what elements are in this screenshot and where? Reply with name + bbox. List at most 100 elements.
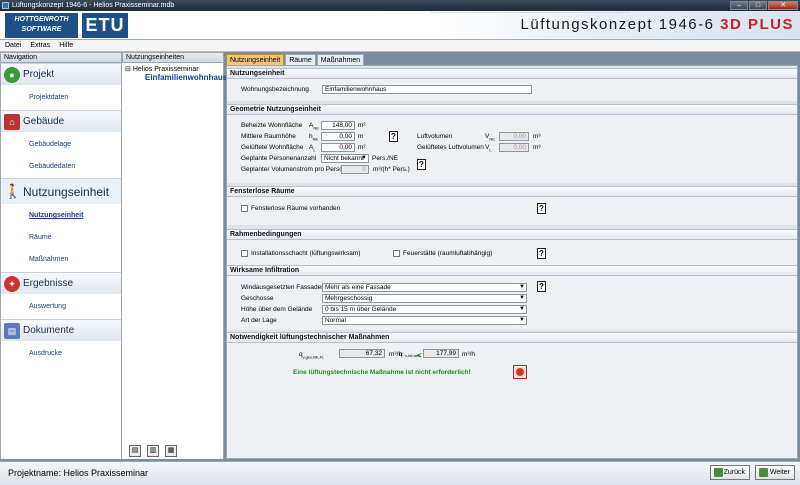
hoehe-label: Höhe über dem Gelände bbox=[241, 306, 313, 313]
personenanzahl-select[interactable]: Nicht bekannt ▼ bbox=[321, 154, 369, 163]
result-message: Eine lüftungstechnische Maßnahme ist nic… bbox=[293, 369, 471, 376]
back-button[interactable]: Zurück bbox=[710, 465, 750, 480]
next-button[interactable]: Weiter bbox=[755, 465, 795, 480]
q-inf-unit: m³/h bbox=[462, 351, 475, 358]
section-infiltration: Windausgesetzten Fassaden Mehr als eine … bbox=[227, 276, 797, 330]
beheizte-unit: m² bbox=[358, 122, 366, 129]
title-bar: Lüftungskonzept 1946-6 - Helios Praxisse… bbox=[0, 0, 800, 11]
help-personen-button[interactable]: ? bbox=[417, 159, 426, 170]
maximize-button[interactable]: □ bbox=[749, 1, 767, 10]
nav-item-ausdrucke[interactable]: Ausdrucke bbox=[29, 350, 62, 357]
tree-header: Nutzungseinheiten bbox=[122, 52, 224, 63]
chart-icon: ✦ bbox=[4, 276, 20, 292]
company-logo: HOTTGENROTH SOFTWARE bbox=[5, 13, 78, 38]
help-fensterlos-button[interactable]: ? bbox=[537, 203, 546, 214]
section-title-notwendigkeit: Notwendigkeit lüftungstechnischer Maßnah… bbox=[227, 332, 797, 343]
nav-section-dokumente[interactable]: ▤ Dokumente bbox=[1, 319, 121, 341]
gelueftete-wohnflaeche-label: Gelüftete Wohnfläche bbox=[241, 144, 304, 151]
fassaden-select[interactable]: Mehr als eine Fassade ▼ bbox=[322, 283, 527, 292]
gelueftete-symbol: AL bbox=[309, 144, 316, 153]
section-nutzungseinheit: Wohnungsbezeichnung Einfamilienwohnhaus bbox=[227, 79, 797, 101]
personenanzahl-unit: Pers./NE bbox=[372, 155, 399, 162]
hoehe-select[interactable]: 0 bis 15 m über Gelände ▼ bbox=[322, 305, 527, 314]
luftvolumen-input[interactable]: 0,00 bbox=[499, 132, 529, 141]
nav-item-raeume[interactable]: Räume bbox=[29, 234, 52, 241]
menu-datei[interactable]: Datei bbox=[5, 40, 21, 51]
tree-root[interactable]: ⊟ Helios Praxisseminar bbox=[125, 65, 199, 73]
nav-section-gebaeude[interactable]: ⌂ Gebäude bbox=[1, 110, 121, 132]
menu-hilfe[interactable]: Hilfe bbox=[59, 40, 73, 51]
wohnungsbezeichnung-input[interactable]: Einfamilienwohnhaus bbox=[322, 85, 532, 94]
section-geometrie: Beheizte Wohnfläche ANE 148,00 m² Mittle… bbox=[227, 115, 797, 183]
raumhoehe-unit: m bbox=[358, 133, 364, 140]
arrow-left-icon bbox=[714, 468, 723, 477]
tab-massnahmen[interactable]: Maßnahmen bbox=[316, 54, 365, 65]
content-panel: Nutzungseinheit Wohnungsbezeichnung Einf… bbox=[226, 65, 798, 459]
personenanzahl-label: Geplante Personenanzahl bbox=[241, 155, 317, 162]
volumenstrom-unit: m³/(h* Pers.) bbox=[373, 166, 410, 173]
help-rahmen-button[interactable]: ? bbox=[537, 248, 546, 259]
gel-luftvolumen-input[interactable]: 0,00 bbox=[499, 143, 529, 152]
gelueftete-wohnflaeche-input[interactable]: 0,00 bbox=[321, 143, 355, 152]
etu-logo: ETU bbox=[80, 13, 128, 38]
feuerstaette-checkbox[interactable] bbox=[393, 250, 400, 257]
window-title: Lüftungskonzept 1946-6 - Helios Praxisse… bbox=[12, 2, 175, 9]
installationsschacht-checkbox[interactable] bbox=[241, 250, 248, 257]
nav-section-nutzungseinheit[interactable]: 🚶 Nutzungseinheit bbox=[1, 178, 121, 204]
copy-unit-button[interactable]: ▥ bbox=[147, 445, 159, 457]
navigation-panel: ● Projekt Projektdaten ⌂ Gebäude Gebäudela… bbox=[0, 63, 122, 459]
add-unit-button[interactable]: ▤ bbox=[129, 445, 141, 457]
house-icon: ⌂ bbox=[4, 114, 20, 130]
nav-item-gebaeudedaten[interactable]: Gebäudedaten bbox=[29, 163, 75, 170]
menu-extras[interactable]: Extras bbox=[30, 40, 50, 51]
luftvolumen-unit: m³ bbox=[533, 133, 541, 140]
q-ges-value: 67,32 bbox=[339, 349, 385, 358]
tree-item-einfamilienwohnhaus[interactable]: Einfamilienwohnhaus bbox=[145, 73, 227, 82]
nav-item-projektdaten[interactable]: Projektdaten bbox=[29, 94, 68, 101]
wohnungsbezeichnung-label: Wohnungsbezeichnung bbox=[241, 86, 309, 93]
section-rahmen: Installationsschacht (lüftungswirksam) F… bbox=[227, 240, 797, 265]
geschosse-select[interactable]: Mehrgeschossig ▼ bbox=[322, 294, 527, 303]
section-title-nutzungseinheit: Nutzungseinheit bbox=[227, 68, 797, 79]
delete-unit-button[interactable]: ▦ bbox=[165, 445, 177, 457]
fensterlos-checkbox[interactable] bbox=[241, 205, 248, 212]
minimize-button[interactable]: – bbox=[730, 1, 748, 10]
result-status-button[interactable] bbox=[513, 365, 527, 379]
lage-select[interactable]: Normal ▼ bbox=[322, 316, 527, 325]
arrow-right-icon bbox=[759, 468, 768, 477]
raumhoehe-label: Mittlere Raumhöhe bbox=[241, 133, 296, 140]
gel-luftvolumen-symbol: VL bbox=[485, 144, 492, 153]
tab-raeume[interactable]: Räume bbox=[285, 54, 316, 65]
luftvolumen-symbol: VNE bbox=[485, 133, 495, 142]
beheizte-wohnflaeche-input[interactable]: 148,00 bbox=[321, 121, 355, 130]
volumenstrom-input[interactable]: 0 bbox=[341, 165, 369, 174]
gelueftete-unit: m² bbox=[358, 144, 366, 151]
person-walking-icon: 🚶 bbox=[4, 183, 22, 199]
section-title-infiltration: Wirksame Infiltration bbox=[227, 265, 797, 276]
beheizte-symbol: ANE bbox=[309, 122, 319, 131]
nav-item-auswertung[interactable]: Auswertung bbox=[29, 303, 66, 310]
nav-section-projekt[interactable]: ● Projekt bbox=[1, 63, 121, 85]
q-inf-value: 177,99 bbox=[423, 349, 459, 358]
raumhoehe-input[interactable]: 0,00 bbox=[321, 132, 355, 141]
nav-section-ergebnisse[interactable]: ✦ Ergebnisse bbox=[1, 272, 121, 294]
document-icon: ▤ bbox=[4, 323, 20, 339]
project-name: Projektname: Helios Praxisseminar bbox=[8, 468, 149, 478]
help-infiltration-button[interactable]: ? bbox=[537, 281, 546, 292]
nav-item-nutzungseinheit[interactable]: Nutzungseinheit bbox=[29, 212, 83, 219]
nav-item-massnahmen[interactable]: Maßnahmen bbox=[29, 256, 68, 263]
navigation-header: Navigation bbox=[0, 52, 122, 63]
tab-nutzungseinheit[interactable]: Nutzungseinheit bbox=[226, 54, 285, 65]
status-bar: Projektname: Helios Praxisseminar Zurück… bbox=[0, 461, 800, 485]
q-ges-label: qv,ges,NE,FL bbox=[299, 351, 325, 360]
help-raumhoehe-button[interactable]: ? bbox=[389, 131, 398, 142]
tab-bar: Nutzungseinheit Räume Maßnahmen bbox=[226, 54, 365, 65]
nav-item-gebaeudelage[interactable]: Gebäudelage bbox=[29, 141, 71, 148]
close-button[interactable]: ✕ bbox=[768, 1, 798, 10]
section-title-fensterlos: Fensterlose Räume bbox=[227, 186, 797, 197]
section-fensterlos: Fensterlose Räume vorhanden ? bbox=[227, 197, 797, 225]
section-title-geometrie: Geometrie Nutzungseinheit bbox=[227, 104, 797, 115]
volumenstrom-label: Geplanter Volumenstrom pro Person bbox=[241, 166, 347, 173]
status-light-icon bbox=[516, 368, 524, 376]
luftvolumen-label: Luftvolumen bbox=[417, 133, 453, 140]
